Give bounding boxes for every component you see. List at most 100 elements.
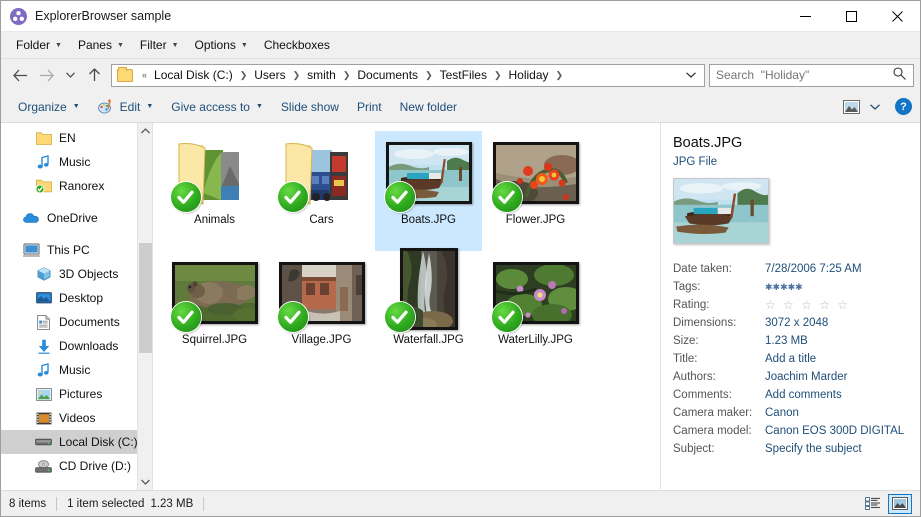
property-key: Authors: (673, 371, 716, 383)
recent-locations-button[interactable] (59, 62, 81, 88)
menu-filter[interactable]: Filter ▼ (133, 35, 186, 55)
sidebar-scrollbar[interactable] (137, 123, 152, 490)
file-item-boats[interactable]: Boats.JPG (375, 131, 482, 251)
give-access-to-button[interactable]: Give access to ▼ (162, 95, 272, 119)
sidebar-item-network[interactable]: Network (1, 486, 152, 490)
menu-checkboxes[interactable]: Checkboxes (257, 35, 337, 55)
sidebar-item-en[interactable]: EN (1, 126, 152, 150)
file-item-cars[interactable]: Cars (268, 131, 375, 251)
file-grid: Animals Cars Boats.JPG Flower.JPG Squirr… (161, 131, 660, 371)
chevron-down-icon: ▼ (255, 103, 263, 110)
property-value[interactable]: Joachim Marder (765, 368, 847, 386)
sidebar-item-label: Videos (59, 411, 96, 425)
breadcrumb-item-holiday[interactable]: Holiday (505, 66, 553, 84)
downloads-icon (35, 338, 52, 354)
property-key: Camera maker: (673, 407, 753, 419)
sidebar-item-3d-objects[interactable]: 3D Objects (1, 262, 152, 286)
breadcrumb-item-smith[interactable]: smith (303, 66, 340, 84)
file-list-view[interactable]: Animals Cars Boats.JPG Flower.JPG Squirr… (153, 123, 660, 490)
property-value[interactable]: Add a title (765, 350, 816, 368)
property-value[interactable]: Specify the subject (765, 440, 862, 458)
slide-show-label: Slide show (280, 99, 339, 114)
rating-stars-icon[interactable]: ☆ ☆ ☆ ☆ ☆ (765, 296, 850, 314)
edit-button[interactable]: Edit ▼ (89, 94, 163, 120)
up-button[interactable] (81, 62, 107, 88)
sidebar-item-desktop[interactable]: Desktop (1, 286, 152, 310)
file-item-squirrel[interactable]: Squirrel.JPG (161, 251, 268, 371)
sidebar-item-label: Pictures (59, 387, 103, 401)
breadcrumb-item-users[interactable]: Users (250, 66, 289, 84)
property-value[interactable]: Add comments (765, 386, 842, 404)
chevron-down-icon: ▼ (55, 41, 62, 49)
sidebar-item-music-lib[interactable]: Music (1, 150, 152, 174)
green-check-icon (384, 302, 415, 332)
sidebar-item-onedrive[interactable]: OneDrive (1, 206, 152, 230)
slide-show-button[interactable]: Slide show (272, 95, 348, 119)
forward-button[interactable] (33, 62, 59, 88)
status-divider (56, 496, 58, 511)
preview-pane-dropdown-button[interactable] (863, 96, 887, 118)
breadcrumb-dropdown-button[interactable] (678, 70, 704, 80)
sidebar-item-pictures[interactable]: Pictures (1, 382, 152, 406)
edit-label: Edit (119, 99, 141, 114)
menu-checkboxes-label: Checkboxes (263, 38, 330, 52)
menu-panes[interactable]: Panes ▼ (71, 35, 131, 55)
property-key: Subject: (673, 443, 715, 455)
close-button[interactable] (874, 1, 920, 32)
minimize-button[interactable] (782, 1, 828, 32)
file-item-label: Squirrel.JPG (181, 334, 248, 346)
breadcrumb-item-local-disk[interactable]: Local Disk (C:) (150, 66, 237, 84)
file-item-label: Animals (194, 214, 235, 226)
file-item-flower[interactable]: Flower.JPG (482, 131, 589, 251)
sidebar-item-label: OneDrive (47, 211, 98, 225)
large-icons-view-icon[interactable] (888, 493, 912, 514)
file-item-label: Boats.JPG (401, 214, 456, 226)
search-icon[interactable] (886, 67, 913, 83)
property-value[interactable]: ✱✱✱✱✱ (765, 278, 803, 296)
menu-folder-label: Folder (16, 38, 51, 52)
sidebar-item-downloads[interactable]: Downloads (1, 334, 152, 358)
maximize-button[interactable] (828, 1, 874, 32)
back-button[interactable] (7, 62, 33, 88)
green-check-icon (491, 302, 522, 332)
sidebar-item-videos[interactable]: Videos (1, 406, 152, 430)
sidebar-item-label: Local Disk (C:) (59, 435, 138, 449)
file-item-village[interactable]: Village.JPG (268, 251, 375, 371)
file-item-waterfall[interactable]: Waterfall.JPG (375, 248, 482, 371)
file-item-waterlilly[interactable]: WaterLilly.JPG (482, 251, 589, 371)
sidebar-item-label: Desktop (59, 291, 104, 305)
file-item-animals[interactable]: Animals (161, 131, 268, 251)
chevron-down-icon: ▼ (146, 103, 154, 110)
property-rating: Rating: ☆ ☆ ☆ ☆ ☆ (673, 296, 910, 314)
property-key: Rating: (673, 299, 710, 311)
sidebar-item-documents[interactable]: Documents (1, 310, 152, 334)
details-file-name: Boats.JPG (673, 135, 743, 151)
help-icon[interactable]: ? (895, 98, 912, 115)
sidebar-item-ranorex[interactable]: Ranorex (1, 174, 152, 198)
search-input[interactable] (710, 68, 886, 82)
menu-options[interactable]: Options ▼ (188, 35, 255, 55)
chevron-down-icon[interactable] (138, 474, 152, 490)
print-button[interactable]: Print (348, 95, 391, 119)
window-title: ExplorerBrowser sample (35, 9, 172, 23)
breadcrumb-overflow[interactable]: « (139, 70, 150, 80)
preview-pane-icon[interactable] (839, 96, 863, 118)
breadcrumb-item-testfiles[interactable]: TestFiles (436, 66, 491, 84)
breadcrumb-item-documents[interactable]: Documents (353, 66, 422, 84)
sidebar-item-music[interactable]: Music (1, 358, 152, 382)
chevron-up-icon[interactable] (138, 123, 152, 139)
sidebar-item-local-disk-c[interactable]: Local Disk (C:) (1, 430, 152, 454)
menu-bar: Folder ▼ Panes ▼ Filter ▼ Options ▼ Chec… (1, 32, 920, 59)
breadcrumb-bar[interactable]: « Local Disk (C:) ❯ Users ❯ smith ❯ Docu… (111, 63, 705, 87)
menu-folder[interactable]: Folder ▼ (9, 35, 69, 55)
property-value[interactable]: 7/28/2006 7:25 AM (765, 260, 862, 278)
property-value: Canon (765, 407, 799, 419)
sidebar-scrollbar-thumb[interactable] (139, 243, 152, 353)
organize-button[interactable]: Organize ▼ (9, 95, 89, 119)
sidebar-item-this-pc[interactable]: This PC (1, 238, 152, 262)
details-view-icon[interactable] (861, 494, 885, 514)
new-folder-button[interactable]: New folder (391, 95, 466, 119)
sidebar-item-cd-drive-d[interactable]: CD Drive (D:) (1, 454, 152, 478)
sidebar-item-label: 3D Objects (59, 267, 119, 281)
search-box[interactable] (709, 63, 914, 87)
